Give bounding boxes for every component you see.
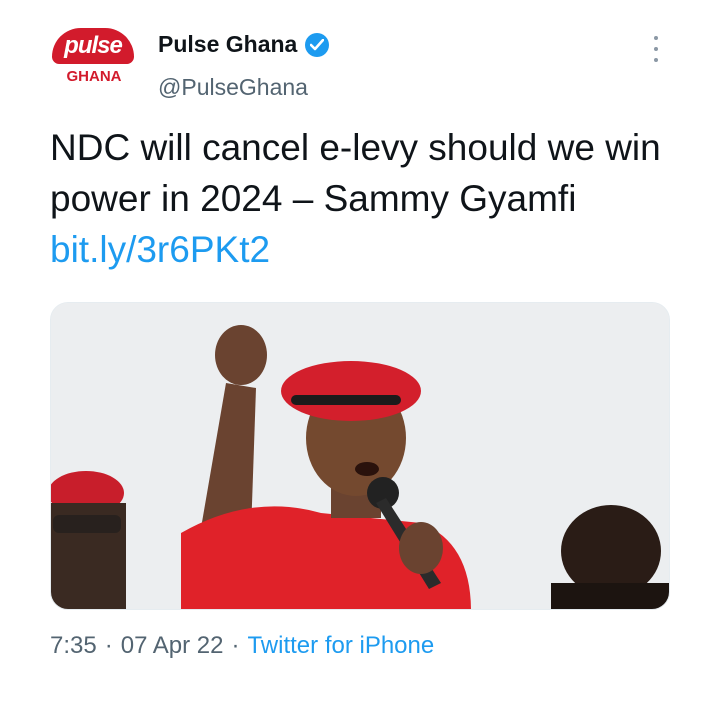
tweet-meta: 7:35 · 07 Apr 22 · Twitter for iPhone — [50, 632, 434, 660]
tweet-link[interactable]: bit.ly/3r6PKt2 — [50, 229, 270, 270]
tweet-text: NDC will cancel e-levy should we win pow… — [50, 122, 670, 275]
avatar-logo: pulse — [52, 28, 134, 64]
display-name-text: Pulse Ghana — [158, 31, 298, 57]
photo-speaker-illustration — [51, 303, 669, 609]
tweet-source-link[interactable]: Twitter for iPhone — [247, 632, 434, 660]
display-name[interactable]: Pulse Ghana — [158, 31, 330, 58]
separator: · — [104, 632, 113, 659]
tweet-date[interactable]: 07 Apr 22 — [121, 632, 224, 660]
tweet-body: NDC will cancel e-levy should we win pow… — [50, 127, 661, 219]
tweet-time[interactable]: 7:35 — [50, 632, 97, 660]
avatar-sublabel: GHANA — [66, 68, 122, 85]
avatar[interactable]: pulse GHANA — [50, 22, 138, 92]
verified-badge-icon — [305, 32, 330, 57]
separator: · — [231, 632, 240, 659]
user-handle[interactable]: @PulseGhana — [158, 74, 308, 101]
more-options-icon[interactable] — [646, 36, 666, 62]
tweet-image[interactable] — [50, 302, 670, 610]
